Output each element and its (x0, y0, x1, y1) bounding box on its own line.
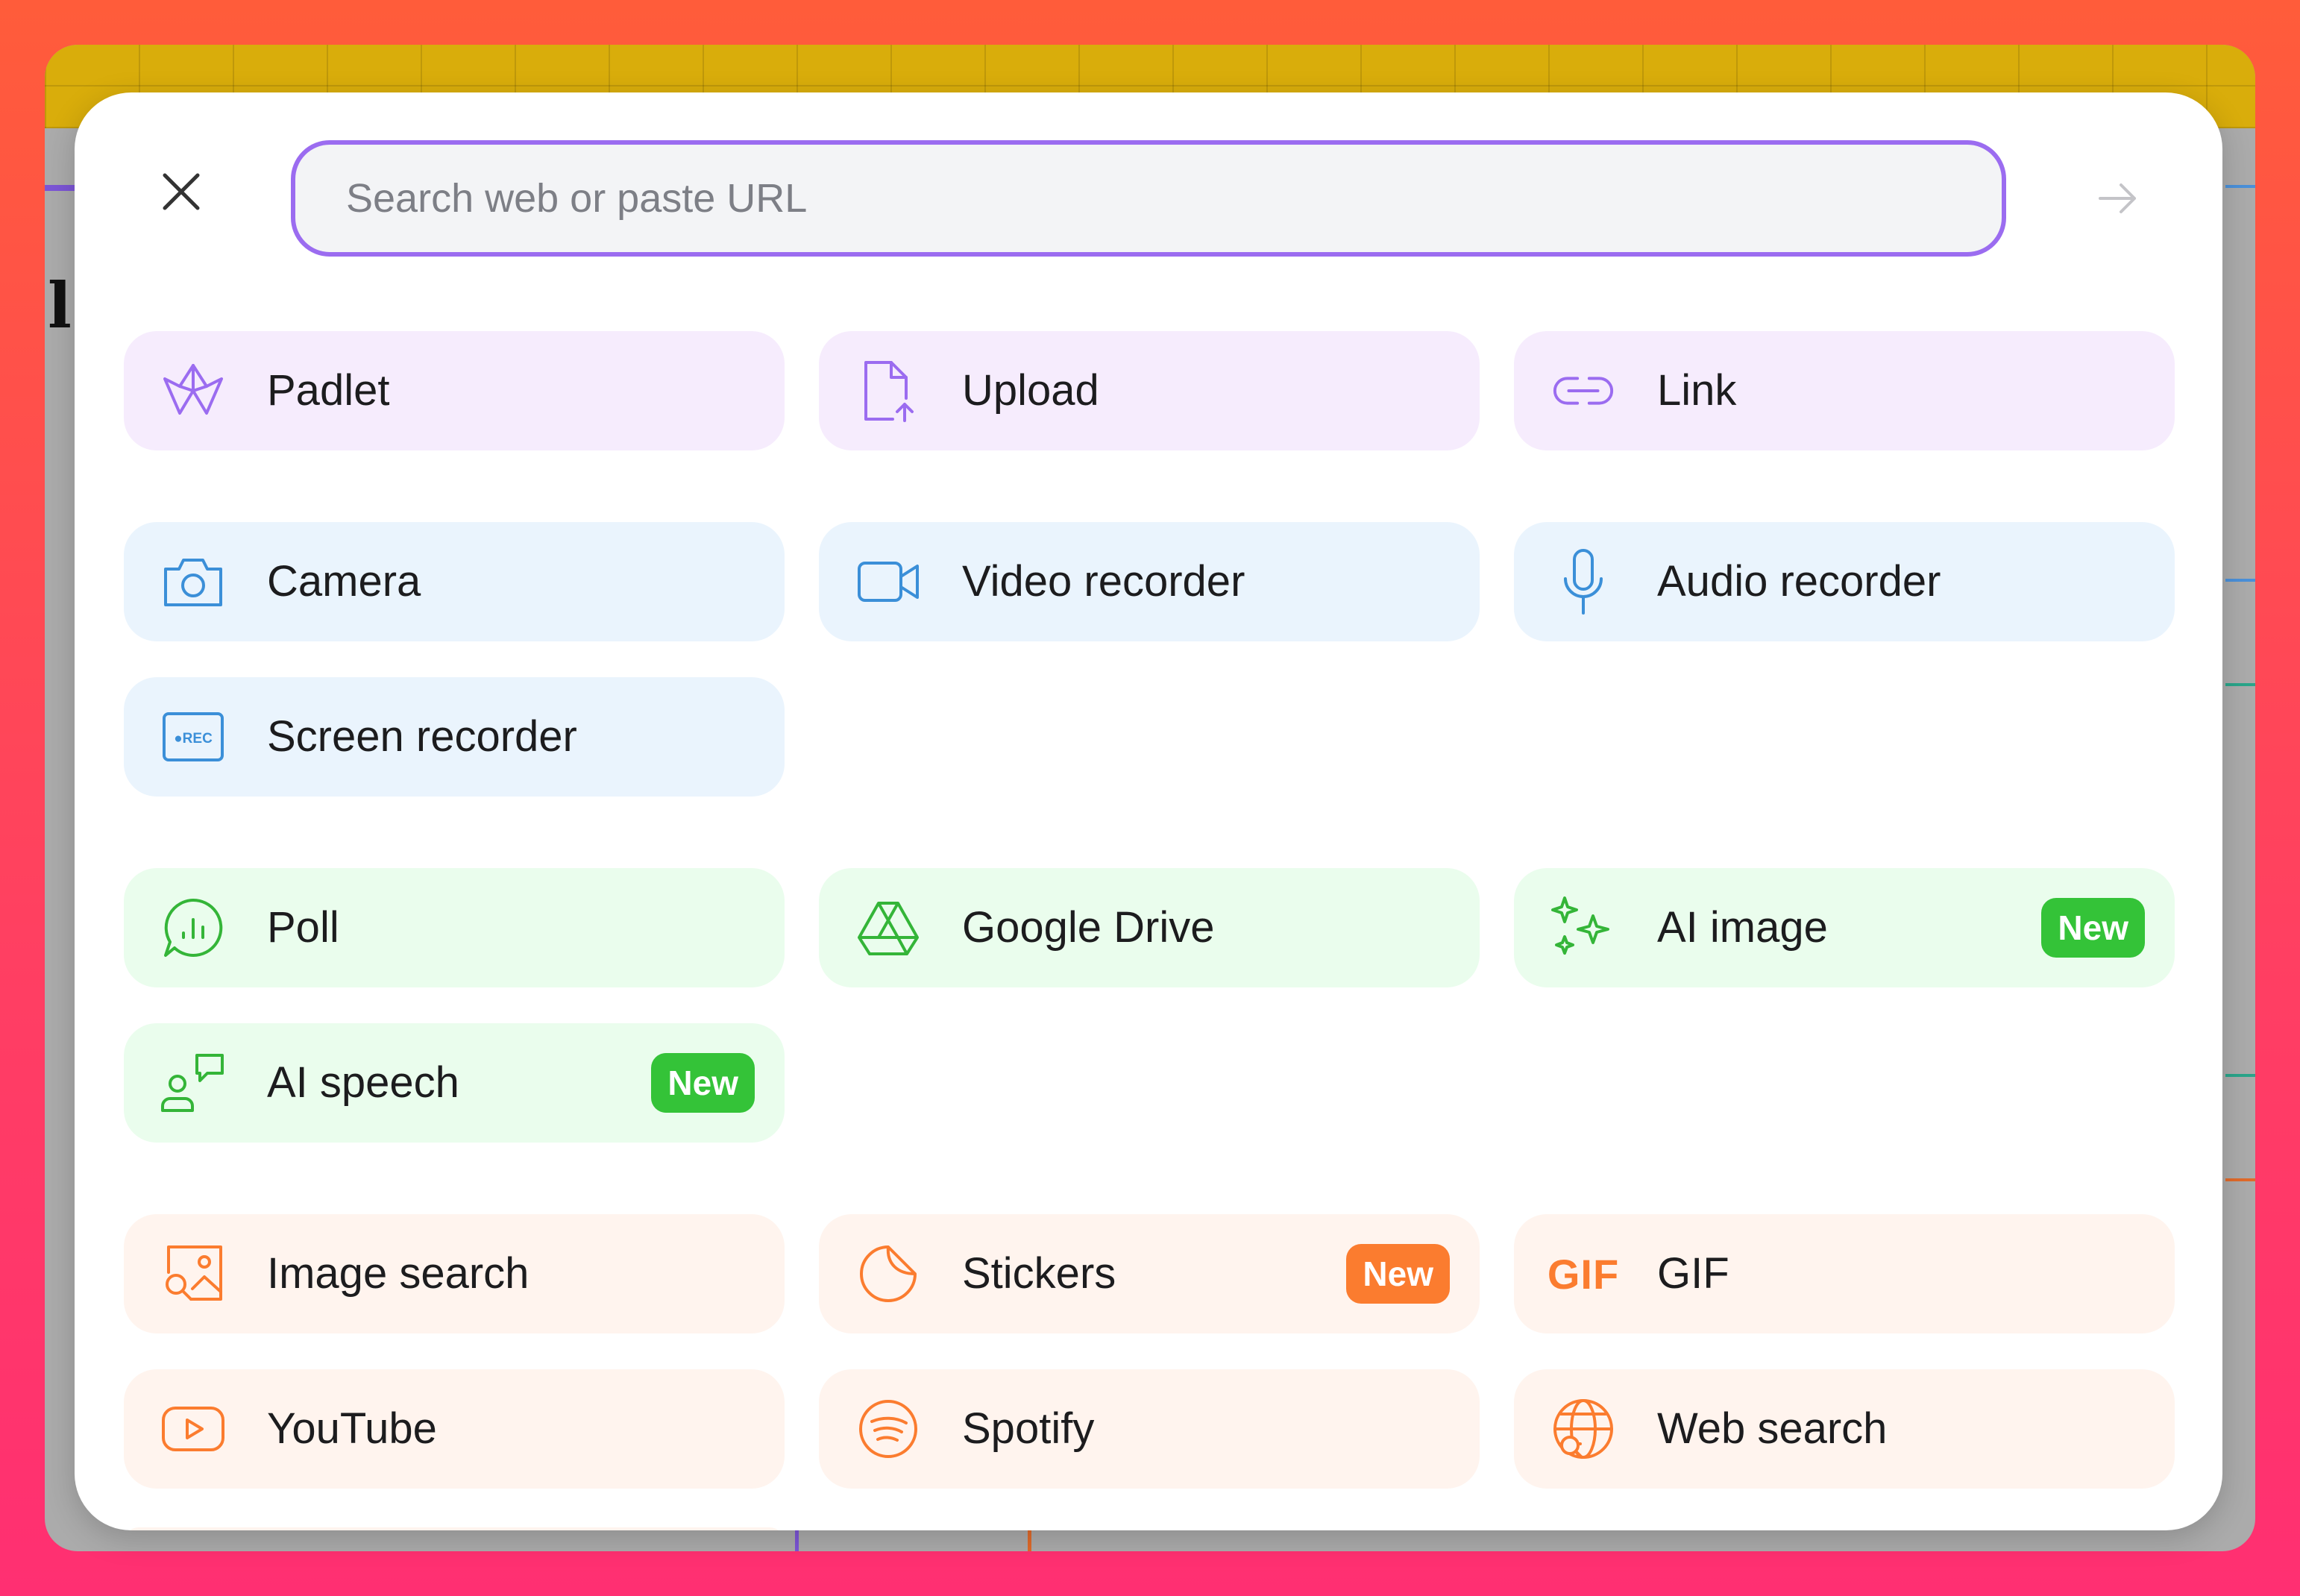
new-badge: New (1346, 1244, 1450, 1304)
board-column-line (2225, 683, 2255, 686)
tile-audio-recorder[interactable]: Audio recorder (1514, 522, 2175, 641)
tile-video-recorder[interactable]: Video recorder (819, 522, 1480, 641)
tile-label: Web search (1657, 1404, 1888, 1453)
tile-spotify[interactable]: Spotify (819, 1369, 1480, 1489)
gif-icon: GIF (1547, 1250, 1620, 1298)
image-search-icon (160, 1241, 227, 1307)
board-column-line (1028, 1529, 1031, 1551)
tile-label: Google Drive (962, 903, 1215, 952)
tile-label: Audio recorder (1657, 557, 1941, 606)
tile-gif[interactable]: GIF GIF (1514, 1214, 2175, 1333)
new-badge: New (2041, 898, 2145, 958)
tile-web-search[interactable]: Web search (1514, 1369, 2175, 1489)
tile-label: Screen recorder (267, 712, 577, 761)
new-badge: New (651, 1053, 755, 1113)
search-box[interactable] (291, 140, 2006, 257)
tile-label: Video recorder (962, 557, 1245, 606)
tile-label: Stickers (962, 1249, 1116, 1298)
tile-poll[interactable]: Poll (124, 868, 785, 987)
tile-partial (124, 1527, 785, 1530)
tile-ai-speech[interactable]: AI speech New (124, 1023, 785, 1143)
google-drive-icon (855, 895, 922, 961)
submit-button[interactable] (2081, 161, 2155, 236)
file-upload-icon (855, 358, 922, 424)
tile-padlet[interactable]: Padlet (124, 331, 785, 450)
spotify-icon (855, 1396, 922, 1462)
board-column-line (45, 185, 75, 191)
rec-screen-icon: ●REC (160, 704, 227, 770)
board-title-fragment: l (48, 268, 72, 342)
tile-label: Spotify (962, 1404, 1095, 1453)
camera-icon (160, 549, 227, 615)
link-icon (1550, 358, 1617, 424)
svg-text:●REC: ●REC (174, 731, 213, 747)
tile-upload[interactable]: Upload (819, 331, 1480, 450)
tile-stickers[interactable]: Stickers New (819, 1214, 1480, 1333)
search-input[interactable] (345, 175, 2002, 222)
tile-label: Camera (267, 557, 421, 606)
globe-search-icon (1550, 1396, 1617, 1462)
tile-google-drive[interactable]: Google Drive (819, 868, 1480, 987)
tile-camera[interactable]: Camera (124, 522, 785, 641)
board-column-line (2225, 1178, 2255, 1181)
board-column-line (2225, 579, 2255, 582)
tile-label: AI speech (267, 1058, 459, 1107)
add-post-modal: Padlet Upload Link C (75, 92, 2222, 1530)
poll-chat-icon (160, 895, 227, 961)
arrow-right-icon (2099, 183, 2136, 213)
tile-label: Upload (962, 366, 1099, 415)
youtube-play-icon (160, 1396, 227, 1462)
tile-label: Image search (267, 1249, 530, 1298)
sticker-icon (855, 1241, 922, 1307)
tile-label: Poll (267, 903, 339, 952)
tile-label: Link (1657, 366, 1737, 415)
speech-person-icon (160, 1050, 227, 1116)
padlet-crane-icon (160, 358, 227, 424)
tile-screen-recorder[interactable]: ●REC Screen recorder (124, 677, 785, 797)
tile-youtube[interactable]: YouTube (124, 1369, 785, 1489)
board-column-line (2225, 185, 2255, 188)
video-camera-icon (855, 549, 922, 615)
close-icon (163, 173, 200, 210)
board-column-line (795, 1529, 799, 1551)
close-button[interactable] (142, 152, 221, 231)
tile-label: GIF (1657, 1249, 1729, 1298)
tile-image-search[interactable]: Image search (124, 1214, 785, 1333)
tile-ai-image[interactable]: AI image New (1514, 868, 2175, 987)
tile-label: AI image (1657, 903, 1828, 952)
tile-link[interactable]: Link (1514, 331, 2175, 450)
microphone-icon (1550, 549, 1617, 615)
tile-label: Padlet (267, 366, 390, 415)
board-column-line (2225, 1074, 2255, 1077)
sparkles-icon (1550, 895, 1617, 961)
tile-label: YouTube (267, 1404, 437, 1453)
